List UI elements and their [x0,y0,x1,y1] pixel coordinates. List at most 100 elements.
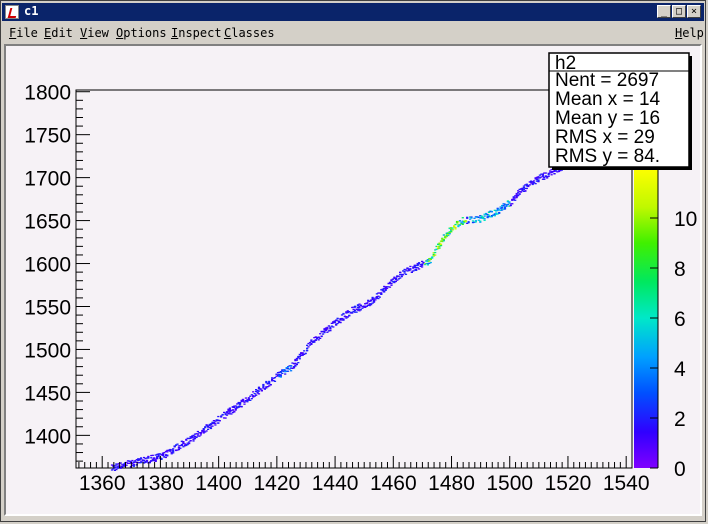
heatmap-cell [166,451,169,453]
heatmap-cell [388,286,392,288]
heatmap-cell [429,261,432,264]
heatmap-cell [421,266,424,268]
heatmap-cell [233,410,236,412]
heatmap-cell [307,346,310,348]
heatmap-cell [544,172,547,174]
heatmap-cell [479,220,482,222]
heatmap-cell [444,237,447,239]
heatmap-cell [394,280,397,283]
heatmap-cell [306,347,309,350]
heatmap-cell [358,303,361,305]
y-tick-label: 1400 [24,425,71,448]
heatmap-cell [225,414,229,416]
histogram-plot: 1400 1450 1500 1550 1600 1650 1700 1750 1800 136… [24,52,697,495]
heatmap-cell [522,185,525,187]
heatmap-cell [339,321,342,324]
heatmap-cell [172,448,175,450]
heatmap-cell [164,456,167,459]
y-tick-label: 1700 [24,168,71,191]
heatmap-cell [317,339,320,341]
heatmap-cell [501,207,504,209]
heatmap-cell [273,377,277,379]
heatmap-cell [482,216,485,219]
heatmap-cell [473,217,476,219]
heatmap-cell [453,225,456,227]
stats-box[interactable]: h2 Nent = 2697 Mean x = 14 Mean y = 16 R… [548,52,692,170]
heatmap-cell [243,401,246,403]
heatmap-cell [290,365,293,367]
heatmap-cell [268,380,271,383]
heatmap-cell [257,386,261,388]
heatmap-cell [506,203,509,206]
heatmap-cell [336,317,339,319]
stats-box-shadow [689,56,692,170]
heatmap-cell [189,440,192,442]
heatmap-cell [388,281,392,283]
heatmap-cell [533,180,536,182]
heatmap-cell [502,204,505,207]
heatmap-cell [269,384,272,386]
heatmap-cell [185,439,188,441]
heatmap-cell [403,270,406,273]
x-tick-label: 1380 [137,472,184,495]
heatmap-cell [505,205,508,207]
heatmap-cell [474,221,477,223]
heatmap-cell [416,267,419,269]
heatmap-cell [265,387,268,389]
heatmap-cell [396,279,399,281]
x-tick-label: 1360 [79,472,126,495]
z-tick-label: 8 [674,258,686,281]
heatmap-cell [483,218,486,220]
heatmap-cell [214,424,217,426]
heatmap-cell [217,422,220,424]
heatmap-cell [448,233,451,235]
heatmap-cell [319,333,322,335]
y-tick-label: 1800 [24,82,71,105]
x-tick-label: 1500 [486,472,533,495]
heatmap-cell [188,441,191,443]
z-tick-label: 0 [674,458,686,481]
heatmap-cell [288,368,291,370]
heatmap-cell [322,333,325,335]
heatmap-cell [306,344,309,346]
heatmap-cell [295,363,298,365]
stats-rms-x: RMS x = 29 [555,127,655,148]
stats-entries: Nent = 2697 [555,70,659,91]
heatmap-cell [454,228,457,230]
heatmap-cell [243,403,246,405]
heatmap-cell [359,309,362,311]
heatmap-cell [323,331,326,334]
heatmap-cell [284,369,287,371]
heatmap-cell [263,388,266,390]
heatmap-cell [326,328,329,330]
heatmap-cell [329,330,332,332]
heatmap-cell [442,234,445,236]
heatmap-cell [493,215,496,217]
heatmap-cell [209,427,213,430]
x-tick-label: 1540 [603,472,650,495]
heatmap-cell [470,217,473,219]
heatmap-cell [490,210,493,213]
heatmap-cell [310,339,313,341]
heatmap-cell [537,181,540,183]
heatmap-cell [342,319,345,321]
heatmap-cell [220,416,223,418]
heatmap-cell [324,329,328,331]
heatmap-cell [161,453,165,456]
heatmap-cell [157,455,160,457]
heatmap-cell [239,404,242,406]
heatmap-cell [153,457,156,459]
heatmap-cell [397,275,400,277]
heatmap-cell [410,271,413,273]
heatmap-cell [156,457,159,459]
heatmap-cell [196,433,199,435]
heatmap-cell [188,442,191,445]
heatmap-cell [319,337,322,339]
y-tick-label: 1750 [24,125,71,148]
heatmap-cell [177,448,181,451]
heatmap-cell [390,284,393,286]
heatmap-cell [192,440,195,442]
heatmap-cell [434,254,437,256]
heatmap-cell [147,455,150,458]
heatmap-cell [151,454,154,456]
